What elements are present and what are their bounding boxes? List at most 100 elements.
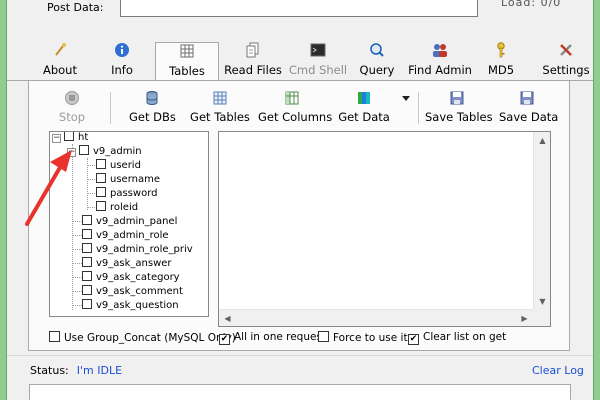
tree-checkbox[interactable] xyxy=(82,243,92,253)
horizontal-scrollbar[interactable]: ◀ ▶ xyxy=(219,309,533,326)
tree-line xyxy=(72,263,82,264)
tree-checkbox[interactable] xyxy=(82,271,92,281)
tools-icon xyxy=(541,42,591,60)
data-icon xyxy=(338,90,390,108)
tree-checkbox[interactable] xyxy=(82,257,92,267)
tab-label: Tables xyxy=(169,64,205,78)
get-tables-label: Get Tables xyxy=(190,110,250,124)
tree-node-label: v9_ask_answer xyxy=(96,258,172,269)
force-checkbox[interactable] xyxy=(318,331,329,342)
tables-toolbar: Stop Get DBs Get Tables Get Columns Get … xyxy=(55,90,560,128)
toolbar-separator xyxy=(110,92,111,124)
tree-checkbox[interactable] xyxy=(96,201,106,211)
data-listbox[interactable]: ▲ ▼ ◀ ▶ xyxy=(218,131,551,327)
force-option[interactable]: Force to use it xyxy=(318,331,408,344)
tree-checkbox[interactable] xyxy=(96,159,106,169)
tree-node-db[interactable]: − ht xyxy=(52,132,88,145)
tab-query[interactable]: Query xyxy=(355,42,399,80)
table-icon xyxy=(156,43,218,61)
get-columns-button[interactable]: Get Columns xyxy=(258,90,332,128)
tab-info[interactable]: Info xyxy=(97,42,147,80)
post-data-input[interactable] xyxy=(120,0,478,17)
tree-checkbox[interactable] xyxy=(79,145,89,155)
status-separator xyxy=(7,355,593,356)
get-data-dropdown[interactable] xyxy=(400,90,412,128)
stop-button[interactable]: Stop xyxy=(55,90,89,128)
save-data-button[interactable]: Save Data xyxy=(499,90,559,128)
query-icon xyxy=(355,42,399,60)
group-concat-checkbox[interactable] xyxy=(49,331,60,342)
database-icon xyxy=(129,90,175,108)
clear-list-option[interactable]: Clear list on get xyxy=(408,331,506,345)
tree-checkbox[interactable] xyxy=(82,215,92,225)
scroll-up-icon[interactable]: ▲ xyxy=(534,132,551,149)
group-concat-option[interactable]: Use Group_Concat (MySQL Only) xyxy=(49,331,236,344)
scroll-down-icon[interactable]: ▼ xyxy=(534,293,551,310)
tree-node-table[interactable]: v9_ask_answer xyxy=(82,257,172,271)
status-line: Status: I'm IDLE xyxy=(30,364,122,377)
tree-checkbox[interactable] xyxy=(82,299,92,309)
all-in-one-option[interactable]: All in one request. xyxy=(219,331,329,345)
tree-checkbox[interactable] xyxy=(64,132,74,141)
wand-icon xyxy=(32,42,88,60)
floppy-icon xyxy=(499,90,555,108)
collapse-icon[interactable]: − xyxy=(52,134,61,143)
tree-node-label: v9_admin xyxy=(93,146,142,157)
clear-list-label: Clear list on get xyxy=(423,331,507,343)
post-data-label: Post Data: xyxy=(47,1,104,14)
vertical-scrollbar[interactable]: ▲ ▼ xyxy=(533,132,550,310)
get-dbs-button[interactable]: Get DBs xyxy=(129,90,176,128)
window-frame-right xyxy=(593,0,600,400)
tab-settings[interactable]: Settings xyxy=(541,42,591,80)
tree-checkbox[interactable] xyxy=(82,285,92,295)
tab-cmd-shell[interactable]: Cmd Shell xyxy=(288,42,348,80)
tree-node-table[interactable]: v9_ask_comment xyxy=(82,285,183,299)
terminal-icon xyxy=(288,42,348,60)
tab-read-files[interactable]: Read Files xyxy=(223,42,283,80)
annotation-arrow xyxy=(20,150,80,233)
get-tables-button[interactable]: Get Tables xyxy=(190,90,250,128)
log-textarea[interactable] xyxy=(29,384,571,400)
tree-node-column[interactable]: roleid xyxy=(96,201,138,215)
tree-node-table[interactable]: v9_admin_role xyxy=(82,229,169,243)
dropdown-arrow-icon xyxy=(400,90,412,108)
clear-log-link[interactable]: Clear Log xyxy=(532,364,584,377)
force-label: Force to use it xyxy=(333,332,408,344)
all-in-one-label: All in one request. xyxy=(234,331,330,343)
get-data-button[interactable]: Get Data xyxy=(338,90,390,128)
tree-node-column[interactable]: username xyxy=(96,173,160,187)
window-frame-left xyxy=(0,0,7,400)
tab-find-admin[interactable]: Find Admin xyxy=(407,42,473,80)
tab-label: About xyxy=(42,63,77,77)
tree-node-column[interactable]: userid xyxy=(96,159,141,173)
scroll-right-icon[interactable]: ▶ xyxy=(516,310,533,327)
all-in-one-checkbox[interactable] xyxy=(219,334,230,345)
save-tables-button[interactable]: Save Tables xyxy=(425,90,493,128)
tree-node-table[interactable]: v9_admin_role_priv xyxy=(82,243,193,257)
tab-about[interactable]: About xyxy=(32,42,88,80)
tree-node-label: v9_ask_comment xyxy=(96,286,183,297)
status-label: Status: xyxy=(30,364,69,377)
tree-node-label: v9_admin_panel xyxy=(96,216,178,227)
tab-tables[interactable]: Tables xyxy=(155,42,219,81)
tree-checkbox[interactable] xyxy=(82,229,92,239)
tree-node-label: v9_ask_question xyxy=(96,300,179,311)
scroll-left-icon[interactable]: ◀ xyxy=(219,310,236,327)
tree-checkbox[interactable] xyxy=(96,187,106,197)
tree-node-label: roleid xyxy=(110,202,139,213)
tree-node-column[interactable]: password xyxy=(96,187,157,201)
tab-label: Settings xyxy=(542,63,590,77)
main-tabs: About Info Tables Read Files Cmd Shell Q… xyxy=(7,40,593,81)
tab-label: MD5 xyxy=(487,63,515,77)
tab-label: Read Files xyxy=(224,63,282,77)
info-icon xyxy=(97,42,147,60)
tree-node-label: username xyxy=(110,174,160,185)
tree-node-table[interactable]: v9_admin_panel xyxy=(82,215,177,229)
tab-md5[interactable]: MD5 xyxy=(483,42,519,80)
load-counter: Load: 0/0 xyxy=(501,0,562,9)
tree-node-table[interactable]: v9_ask_question xyxy=(82,299,179,313)
tree-checkbox[interactable] xyxy=(96,173,106,183)
clear-list-checkbox[interactable] xyxy=(408,334,419,345)
save-data-label: Save Data xyxy=(499,110,559,124)
tree-node-table[interactable]: v9_ask_category xyxy=(82,271,180,285)
